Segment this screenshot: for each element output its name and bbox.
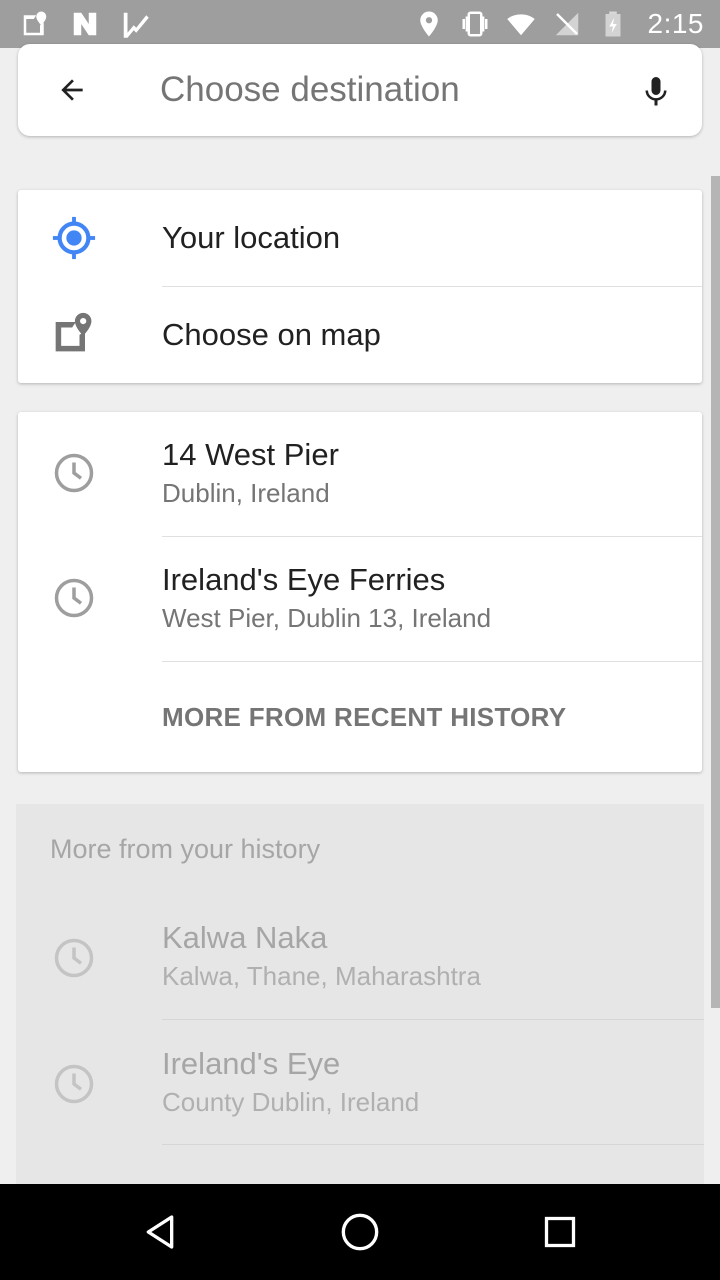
- status-bar: G 2:15: [0, 0, 720, 48]
- status-bar-system: 2:15: [414, 8, 705, 40]
- quick-options-card: Your location G Choose on map: [18, 190, 702, 383]
- list-item[interactable]: Ireland's Eye Ferries West Pier, Dublin …: [18, 537, 702, 661]
- vibrate-icon: [460, 9, 490, 39]
- history-item-subtitle: County Dublin, Ireland: [162, 1087, 420, 1117]
- microphone-icon: [645, 77, 667, 106]
- home-nav-button[interactable]: [336, 1208, 384, 1256]
- recent-item-subtitle: West Pier, Dublin 13, Ireland: [162, 603, 492, 633]
- status-bar-time: 2:15: [647, 8, 704, 39]
- voice-search-button[interactable]: [636, 70, 676, 114]
- battery-charging-icon: [598, 9, 628, 39]
- history-item-title: Ireland's Eye: [162, 1046, 341, 1081]
- recent-item-title: 14 West Pier: [162, 437, 339, 472]
- list-item[interactable]: Kalwa Naka Kalwa, Thane, Maharashtra: [16, 894, 704, 1018]
- svg-text:G: G: [27, 22, 35, 33]
- more-recent-history-button[interactable]: MORE FROM RECENT HISTORY: [162, 702, 566, 733]
- clock-icon: [50, 574, 98, 622]
- google-maps-notification-icon: G: [20, 9, 50, 39]
- history-item-title: Kalwa Naka: [162, 920, 328, 955]
- history-item-subtitle: Kalwa, Thane, Maharashtra: [162, 961, 481, 991]
- destination-input[interactable]: [160, 64, 600, 116]
- back-nav-button[interactable]: [136, 1208, 184, 1256]
- divider: [162, 661, 702, 662]
- list-item[interactable]: 14 West Pier Dublin, Ireland: [18, 412, 702, 536]
- your-location-label: Your location: [162, 220, 341, 255]
- wifi-icon: [506, 9, 536, 39]
- your-location-option[interactable]: Your location: [18, 190, 702, 287]
- recent-item-title: Ireland's Eye Ferries: [162, 562, 446, 597]
- no-signal-icon: [552, 9, 582, 39]
- check-flag-notification-icon: [120, 9, 150, 39]
- history-heading: More from your history: [50, 834, 321, 864]
- arrow-back-icon: [61, 79, 83, 101]
- back-nav-icon: [146, 1215, 174, 1249]
- clock-icon: [50, 1060, 98, 1108]
- navigation-bar: [0, 1184, 720, 1280]
- svg-text:G: G: [61, 333, 72, 349]
- recent-history-card: 14 West Pier Dublin, Ireland Ireland's E…: [18, 412, 702, 772]
- divider: [162, 1144, 704, 1145]
- recent-item-subtitle: Dublin, Ireland: [162, 478, 330, 508]
- recents-nav-icon: [544, 1216, 576, 1248]
- list-item[interactable]: Ireland's Eye County Dublin, Ireland: [16, 1020, 704, 1144]
- clock-icon: [50, 449, 98, 497]
- more-history-section: More from your history Kalwa Naka Kalwa,…: [16, 804, 704, 1204]
- choose-on-map-option[interactable]: G Choose on map: [18, 287, 702, 383]
- map-pin-icon: G: [50, 309, 98, 357]
- destination-search-bar: [18, 44, 702, 136]
- status-bar-notifications: G: [20, 9, 150, 39]
- choose-on-map-label: Choose on map: [162, 317, 381, 352]
- scrollbar[interactable]: [711, 176, 720, 1008]
- back-button[interactable]: [52, 72, 92, 108]
- home-nav-icon: [341, 1213, 379, 1251]
- n-notification-icon: [70, 9, 100, 39]
- clock-icon: [50, 934, 98, 982]
- recents-nav-button[interactable]: [536, 1208, 584, 1256]
- location-icon: [414, 9, 444, 39]
- my-location-icon: [50, 214, 98, 262]
